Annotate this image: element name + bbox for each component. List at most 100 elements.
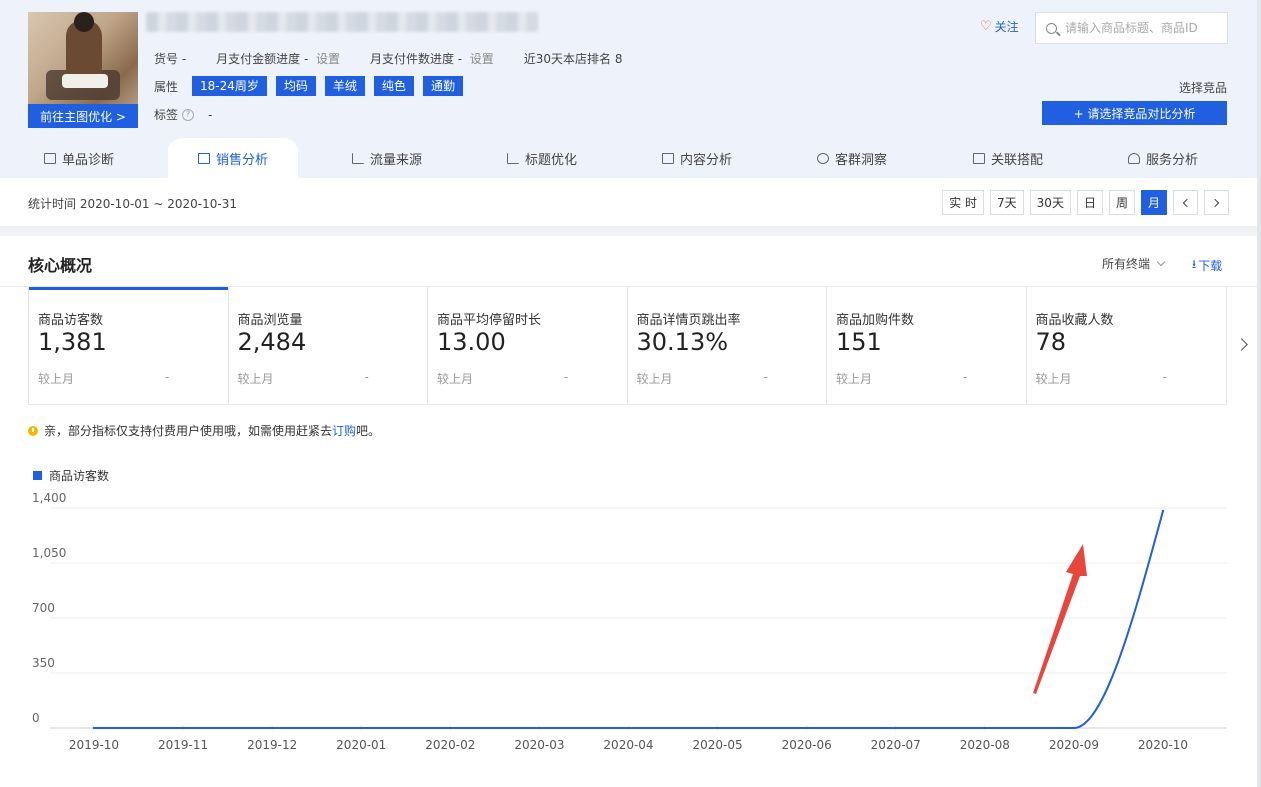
metric-delta: - bbox=[564, 370, 569, 384]
period-7d-button[interactable]: 7天 bbox=[990, 190, 1024, 215]
y-tick-label: 1,050 bbox=[32, 546, 66, 560]
page-scrollbar[interactable] bbox=[1257, 0, 1261, 787]
follow-label: 关注 bbox=[994, 20, 1019, 34]
period-30d-button[interactable]: 30天 bbox=[1029, 190, 1071, 215]
metric-compare-label: 较上月 bbox=[1035, 372, 1072, 386]
attr-tag: 羊绒 bbox=[324, 76, 365, 96]
metric-value: 30.13% bbox=[636, 328, 729, 356]
tag-value: - bbox=[208, 107, 213, 122]
metrics-next-icon[interactable] bbox=[1235, 338, 1248, 351]
product-search[interactable] bbox=[1035, 12, 1228, 44]
metric-name: 商品访客数 bbox=[38, 313, 104, 328]
tab-service-analysis[interactable]: 服务分析 bbox=[1128, 138, 1198, 178]
next-period-button[interactable] bbox=[1204, 190, 1229, 215]
x-tick-label: 2019-10 bbox=[69, 738, 119, 752]
terminal-value: 所有终端 bbox=[1102, 257, 1151, 271]
thumb-head bbox=[74, 12, 94, 32]
x-tick-label: 2020-10 bbox=[1138, 738, 1188, 752]
period-selector: 实 时 7天 30天 日 周 月 bbox=[936, 190, 1229, 215]
main-image-optimize-button[interactable]: 前往主图优化 > bbox=[28, 104, 138, 128]
metric-cards: 商品访客数 1,381 较上月 - 商品浏览量 2,484 较上月 - 商品平均… bbox=[28, 287, 1227, 405]
paid-notice: 亲，部分指标仅支持付费用户使用哦，如需使用赶紧去 订购 吧。 bbox=[28, 422, 380, 439]
data-point bbox=[449, 726, 452, 730]
tab-label: 内容分析 bbox=[680, 152, 733, 168]
prev-period-button[interactable] bbox=[1173, 190, 1198, 215]
y-tick-label: 700 bbox=[32, 601, 55, 615]
data-point bbox=[1161, 509, 1165, 513]
pay-amount-set-link[interactable]: 设置 bbox=[316, 52, 340, 66]
tab-customer-insight[interactable]: 客群洞察 bbox=[817, 138, 887, 178]
tab-content-analysis[interactable]: 内容分析 bbox=[662, 138, 732, 178]
tab-label: 流量来源 bbox=[370, 152, 423, 168]
annotation-arrow bbox=[1033, 544, 1087, 694]
metric-card[interactable]: 商品浏览量 2,484 较上月 - bbox=[229, 287, 428, 404]
tab-title-optimize[interactable]: 标题优化 bbox=[507, 138, 577, 178]
metric-name: 商品收藏人数 bbox=[1035, 313, 1114, 328]
period-day-button[interactable]: 日 bbox=[1076, 190, 1103, 215]
download-label: 下载 bbox=[1198, 259, 1223, 273]
attr-tag: 纯色 bbox=[373, 76, 414, 96]
page: 前往主图优化 > 货号 - 月支付金额进度 - 设置 月支付件数进度 - 设置 … bbox=[0, 0, 1261, 787]
metric-delta: - bbox=[1162, 370, 1167, 384]
stat-time-range: 统计时间 2020-10-01 ~ 2020-10-31 bbox=[28, 197, 237, 211]
tag-label: 标签 bbox=[154, 108, 179, 122]
data-point bbox=[360, 726, 363, 730]
search-input[interactable] bbox=[1065, 21, 1215, 35]
metric-name: 商品平均停留时长 bbox=[437, 313, 542, 328]
metric-delta: - bbox=[763, 370, 768, 384]
product-code: 货号 - bbox=[154, 52, 187, 66]
product-meta-row: 货号 - 月支付金额进度 - 设置 月支付件数进度 - 设置 近30天本店排名 … bbox=[154, 50, 653, 67]
attr-label: 属性 bbox=[154, 79, 179, 94]
period-week-button[interactable]: 周 bbox=[1108, 190, 1135, 215]
terminal-select[interactable]: 所有终端 bbox=[1102, 255, 1166, 272]
metric-name: 商品浏览量 bbox=[237, 313, 303, 328]
follow-button[interactable]: ♡ 关注 bbox=[980, 18, 1019, 35]
document-icon bbox=[662, 152, 674, 164]
metric-value: 151 bbox=[836, 328, 882, 356]
tab-product-diagnosis[interactable]: 单品诊断 bbox=[44, 138, 114, 178]
chevron-down-icon bbox=[1156, 257, 1166, 266]
notice-suffix: 吧。 bbox=[356, 424, 381, 438]
period-realtime-button[interactable]: 实 时 bbox=[942, 190, 985, 215]
metric-card[interactable]: 商品平均停留时长 13.00 较上月 - bbox=[428, 287, 628, 404]
metric-compare-label: 较上月 bbox=[437, 372, 474, 386]
line-chart-icon bbox=[352, 152, 364, 164]
tab-sales-analysis[interactable]: 销售分析 bbox=[168, 138, 299, 178]
help-icon[interactable]: ? bbox=[182, 108, 195, 121]
subscribe-link[interactable]: 订购 bbox=[332, 422, 356, 439]
metric-compare-label: 较上月 bbox=[636, 372, 673, 386]
period-month-button[interactable]: 月 bbox=[1140, 190, 1167, 215]
pay-amount-progress: 月支付金额进度 - 设置 bbox=[216, 50, 340, 67]
bag-icon bbox=[44, 152, 56, 164]
tab-related-match[interactable]: 关联搭配 bbox=[973, 138, 1043, 178]
metric-compare-label: 较上月 bbox=[38, 372, 75, 386]
pay-count-set-link[interactable]: 设置 bbox=[470, 52, 494, 66]
compare-competitor-button[interactable]: + 请选择竞品对比分析 bbox=[1042, 101, 1227, 125]
x-tick-label: 2020-01 bbox=[336, 738, 386, 752]
x-tick-label: 2019-11 bbox=[158, 738, 208, 752]
tab-label: 关联搭配 bbox=[991, 152, 1044, 168]
x-tick-label: 2020-09 bbox=[1049, 738, 1099, 752]
metric-card[interactable]: 商品访客数 1,381 较上月 - bbox=[29, 287, 229, 404]
analysis-tabs: 单品诊断 销售分析 流量来源 标题优化 内容分析 客群洞察 关联搭配 服务分析 bbox=[0, 138, 1261, 178]
metric-card[interactable]: 商品详情页跳出率 30.13% 较上月 - bbox=[628, 287, 827, 404]
attr-tag: 通勤 bbox=[422, 76, 463, 96]
metric-card[interactable]: 商品收藏人数 78 较上月 - bbox=[1027, 287, 1227, 404]
y-tick-label: 0 bbox=[32, 711, 40, 725]
tab-label: 销售分析 bbox=[216, 152, 269, 168]
x-tick-label: 2020-08 bbox=[960, 738, 1010, 752]
line-chart-icon bbox=[507, 152, 519, 164]
visitor-trend-chart: 商品访客数 0 350 700 1,050 1,400 2019-10 2019-11 2019… bbox=[0, 464, 1259, 787]
metric-name: 商品加购件数 bbox=[836, 313, 915, 328]
data-point bbox=[627, 726, 630, 730]
chart-svg: 商品访客数 0 350 700 1,050 1,400 2019-10 2019-11 2019… bbox=[32, 468, 1227, 752]
users-icon bbox=[817, 152, 829, 164]
compare-label: 选择竞品 bbox=[1178, 81, 1227, 95]
pay-count-progress: 月支付件数进度 - 设置 bbox=[370, 50, 494, 67]
bag-icon bbox=[198, 152, 210, 164]
metric-card[interactable]: 商品加购件数 151 较上月 - bbox=[827, 287, 1027, 404]
download-link[interactable]: ⭳ 下载 bbox=[1192, 255, 1222, 276]
tab-traffic-source[interactable]: 流量来源 bbox=[352, 138, 422, 178]
metric-value: 1,381 bbox=[38, 328, 107, 356]
search-icon bbox=[1046, 22, 1057, 34]
